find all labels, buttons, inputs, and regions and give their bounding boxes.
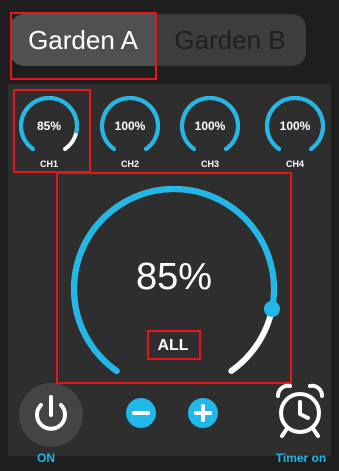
channel-dial-ch3[interactable]: 100% CH3	[175, 90, 245, 172]
channel-label: CH4	[285, 159, 304, 169]
channel-label: CH2	[120, 159, 139, 169]
channel-dial-ch4[interactable]: 100% CH4	[260, 90, 330, 172]
power-button[interactable]	[19, 383, 83, 447]
main-dial-value: 85%	[135, 256, 213, 298]
channel-label: CH1	[39, 159, 58, 169]
plus-icon	[194, 404, 212, 422]
power-status-label: ON	[37, 451, 55, 465]
power-icon	[35, 395, 67, 431]
channel-label: CH3	[200, 159, 219, 169]
alarm-clock-icon	[276, 383, 324, 438]
tab-garden-a[interactable]: Garden A	[10, 14, 156, 66]
all-channels-label[interactable]: ALL	[148, 332, 198, 360]
timer-button[interactable]	[272, 380, 328, 440]
channel-value: 100%	[194, 119, 226, 133]
channel-value: 85%	[36, 119, 62, 133]
minus-icon	[132, 411, 150, 415]
channel-dial-ch1[interactable]: 85% CH1	[14, 90, 84, 172]
timer-status-label: Timer on	[275, 451, 327, 465]
main-brightness-dial[interactable]: 85% ALL	[56, 172, 292, 384]
increase-button[interactable]	[188, 398, 218, 428]
tab-garden-b[interactable]: Garden B	[160, 14, 300, 66]
decrease-button[interactable]	[126, 398, 156, 428]
channel-dial-ch2[interactable]: 100% CH2	[95, 90, 165, 172]
channel-value: 100%	[279, 119, 311, 133]
channel-value: 100%	[114, 119, 146, 133]
